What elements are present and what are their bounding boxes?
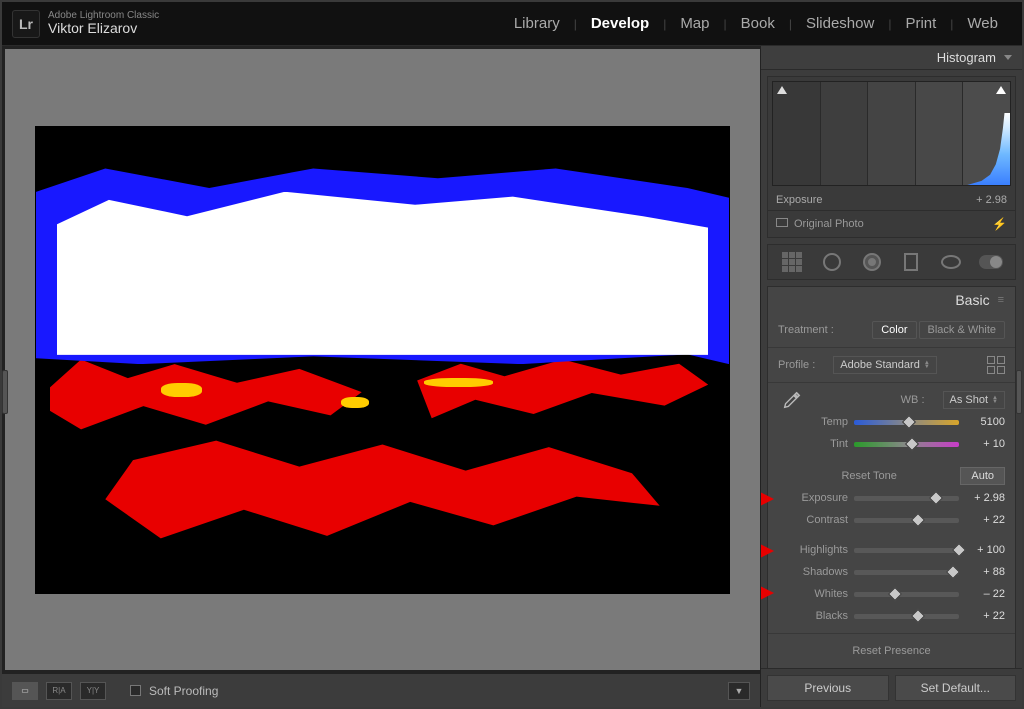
soft-proofing-checkbox[interactable] xyxy=(130,685,141,696)
view-reference-button[interactable]: R|A xyxy=(46,682,72,700)
develop-right-panel: Histogram Exposure + 2.98 Or xyxy=(760,46,1022,707)
module-develop[interactable]: Develop xyxy=(577,15,663,32)
app-logo: Lr xyxy=(12,10,40,38)
graduated-filter-tool[interactable] xyxy=(898,249,924,275)
module-slideshow[interactable]: Slideshow xyxy=(792,15,888,32)
treatment-label: Treatment : xyxy=(778,324,834,336)
exposure-value[interactable]: + 2.98 xyxy=(965,492,1005,504)
temp-slider[interactable] xyxy=(854,416,959,428)
highlights-value[interactable]: + 100 xyxy=(965,544,1005,556)
highlights-label: Highlights xyxy=(778,544,848,556)
histogram-panel-header[interactable]: Histogram xyxy=(761,46,1022,70)
temp-value[interactable]: 5100 xyxy=(965,416,1005,428)
basic-panel: Basic ≡ Treatment : Color Black & White xyxy=(767,286,1016,668)
blacks-value[interactable]: + 22 xyxy=(965,610,1005,622)
exposure-label: Exposure xyxy=(778,492,848,504)
spot-removal-tool[interactable] xyxy=(819,249,845,275)
auto-tone-button[interactable]: Auto xyxy=(960,467,1005,485)
radial-filter-tool[interactable] xyxy=(938,249,964,275)
wb-label: WB : xyxy=(901,394,925,406)
module-map[interactable]: Map xyxy=(666,15,723,32)
temp-label: Temp xyxy=(778,416,848,428)
whites-slider[interactable] xyxy=(854,588,959,600)
local-tools-strip xyxy=(767,244,1016,280)
tint-slider[interactable] xyxy=(854,438,959,450)
module-book[interactable]: Book xyxy=(727,15,789,32)
soft-proofing-label: Soft Proofing xyxy=(149,684,218,698)
photo-preview xyxy=(35,126,730,594)
treatment-color[interactable]: Color xyxy=(872,321,916,339)
basic-panel-header[interactable]: Basic ≡ xyxy=(768,287,1015,313)
profile-dropdown[interactable]: Adobe Standard▲▼ xyxy=(833,356,936,374)
profile-label: Profile : xyxy=(778,359,815,371)
blacks-label: Blacks xyxy=(778,610,848,622)
toolbar-options-dropdown[interactable]: ▼ xyxy=(728,682,750,700)
annotation-arrow-whites xyxy=(761,585,774,601)
original-photo-toggle[interactable]: Original Photo xyxy=(776,218,864,230)
basic-title: Basic xyxy=(955,292,989,308)
view-loupe-button[interactable]: ▭ xyxy=(12,682,38,700)
view-before-after-button[interactable]: Y|Y xyxy=(80,682,106,700)
image-canvas[interactable] xyxy=(2,46,760,673)
user-name: Viktor Elizarov xyxy=(48,21,159,36)
exposure-slider[interactable] xyxy=(854,492,959,504)
contrast-label: Contrast xyxy=(778,514,848,526)
white-balance-picker-icon[interactable] xyxy=(778,386,806,414)
shadows-label: Shadows xyxy=(778,566,848,578)
reset-tone-label[interactable]: Reset Tone xyxy=(778,470,960,482)
previous-button[interactable]: Previous xyxy=(767,675,889,701)
tint-value[interactable]: + 10 xyxy=(965,438,1005,450)
tint-label: Tint xyxy=(778,438,848,450)
identity-plate: Adobe Lightroom Classic Viktor Elizarov xyxy=(48,10,159,36)
whites-value[interactable]: – 22 xyxy=(965,588,1005,600)
blacks-slider[interactable] xyxy=(854,610,959,622)
highlight-clipping-indicator[interactable] xyxy=(996,86,1006,94)
treatment-bw[interactable]: Black & White xyxy=(919,321,1005,339)
contrast-slider[interactable] xyxy=(854,514,959,526)
crop-tool[interactable] xyxy=(779,249,805,275)
panel-footer: Previous Set Default... xyxy=(761,668,1022,707)
histogram-zone-label: Exposure xyxy=(776,194,822,206)
red-eye-tool[interactable] xyxy=(859,249,885,275)
histogram-panel: Exposure + 2.98 Original Photo ⚡ xyxy=(767,76,1016,238)
module-picker: Library| Develop| Map| Book| Slideshow| … xyxy=(500,15,1012,32)
shadows-value[interactable]: + 88 xyxy=(965,566,1005,578)
drag-handle-icon: ≡ xyxy=(998,294,1005,306)
set-default-button[interactable]: Set Default... xyxy=(895,675,1017,701)
module-print[interactable]: Print xyxy=(891,15,950,32)
annotation-arrow-highlights xyxy=(761,543,774,559)
flash-icon[interactable]: ⚡ xyxy=(992,217,1007,231)
adjustment-brush-tool[interactable] xyxy=(978,249,1004,275)
annotation-arrow-exposure xyxy=(761,491,774,507)
canvas-toolbar: ▭ R|A Y|Y Soft Proofing ▼ xyxy=(2,673,760,707)
chevron-down-icon xyxy=(1004,55,1012,60)
right-panel-collapse-handle[interactable] xyxy=(1016,370,1022,414)
module-web[interactable]: Web xyxy=(953,15,1012,32)
shadows-slider[interactable] xyxy=(854,566,959,578)
contrast-value[interactable]: + 22 xyxy=(965,514,1005,526)
histogram-graph[interactable] xyxy=(772,81,1011,186)
histogram-title: Histogram xyxy=(937,50,996,65)
whites-label: Whites xyxy=(778,588,848,600)
histogram-zone-value: + 2.98 xyxy=(976,194,1007,206)
profile-browser-icon[interactable] xyxy=(987,356,1005,374)
left-panel-expand-handle[interactable] xyxy=(2,370,8,414)
module-library[interactable]: Library xyxy=(500,15,574,32)
highlights-slider[interactable] xyxy=(854,544,959,556)
title-bar: Lr Adobe Lightroom Classic Viktor Elizar… xyxy=(2,2,1022,46)
wb-dropdown[interactable]: As Shot▲▼ xyxy=(943,391,1005,409)
shadow-clipping-indicator[interactable] xyxy=(777,86,787,94)
reset-presence-label[interactable]: Reset Presence xyxy=(778,645,1005,657)
